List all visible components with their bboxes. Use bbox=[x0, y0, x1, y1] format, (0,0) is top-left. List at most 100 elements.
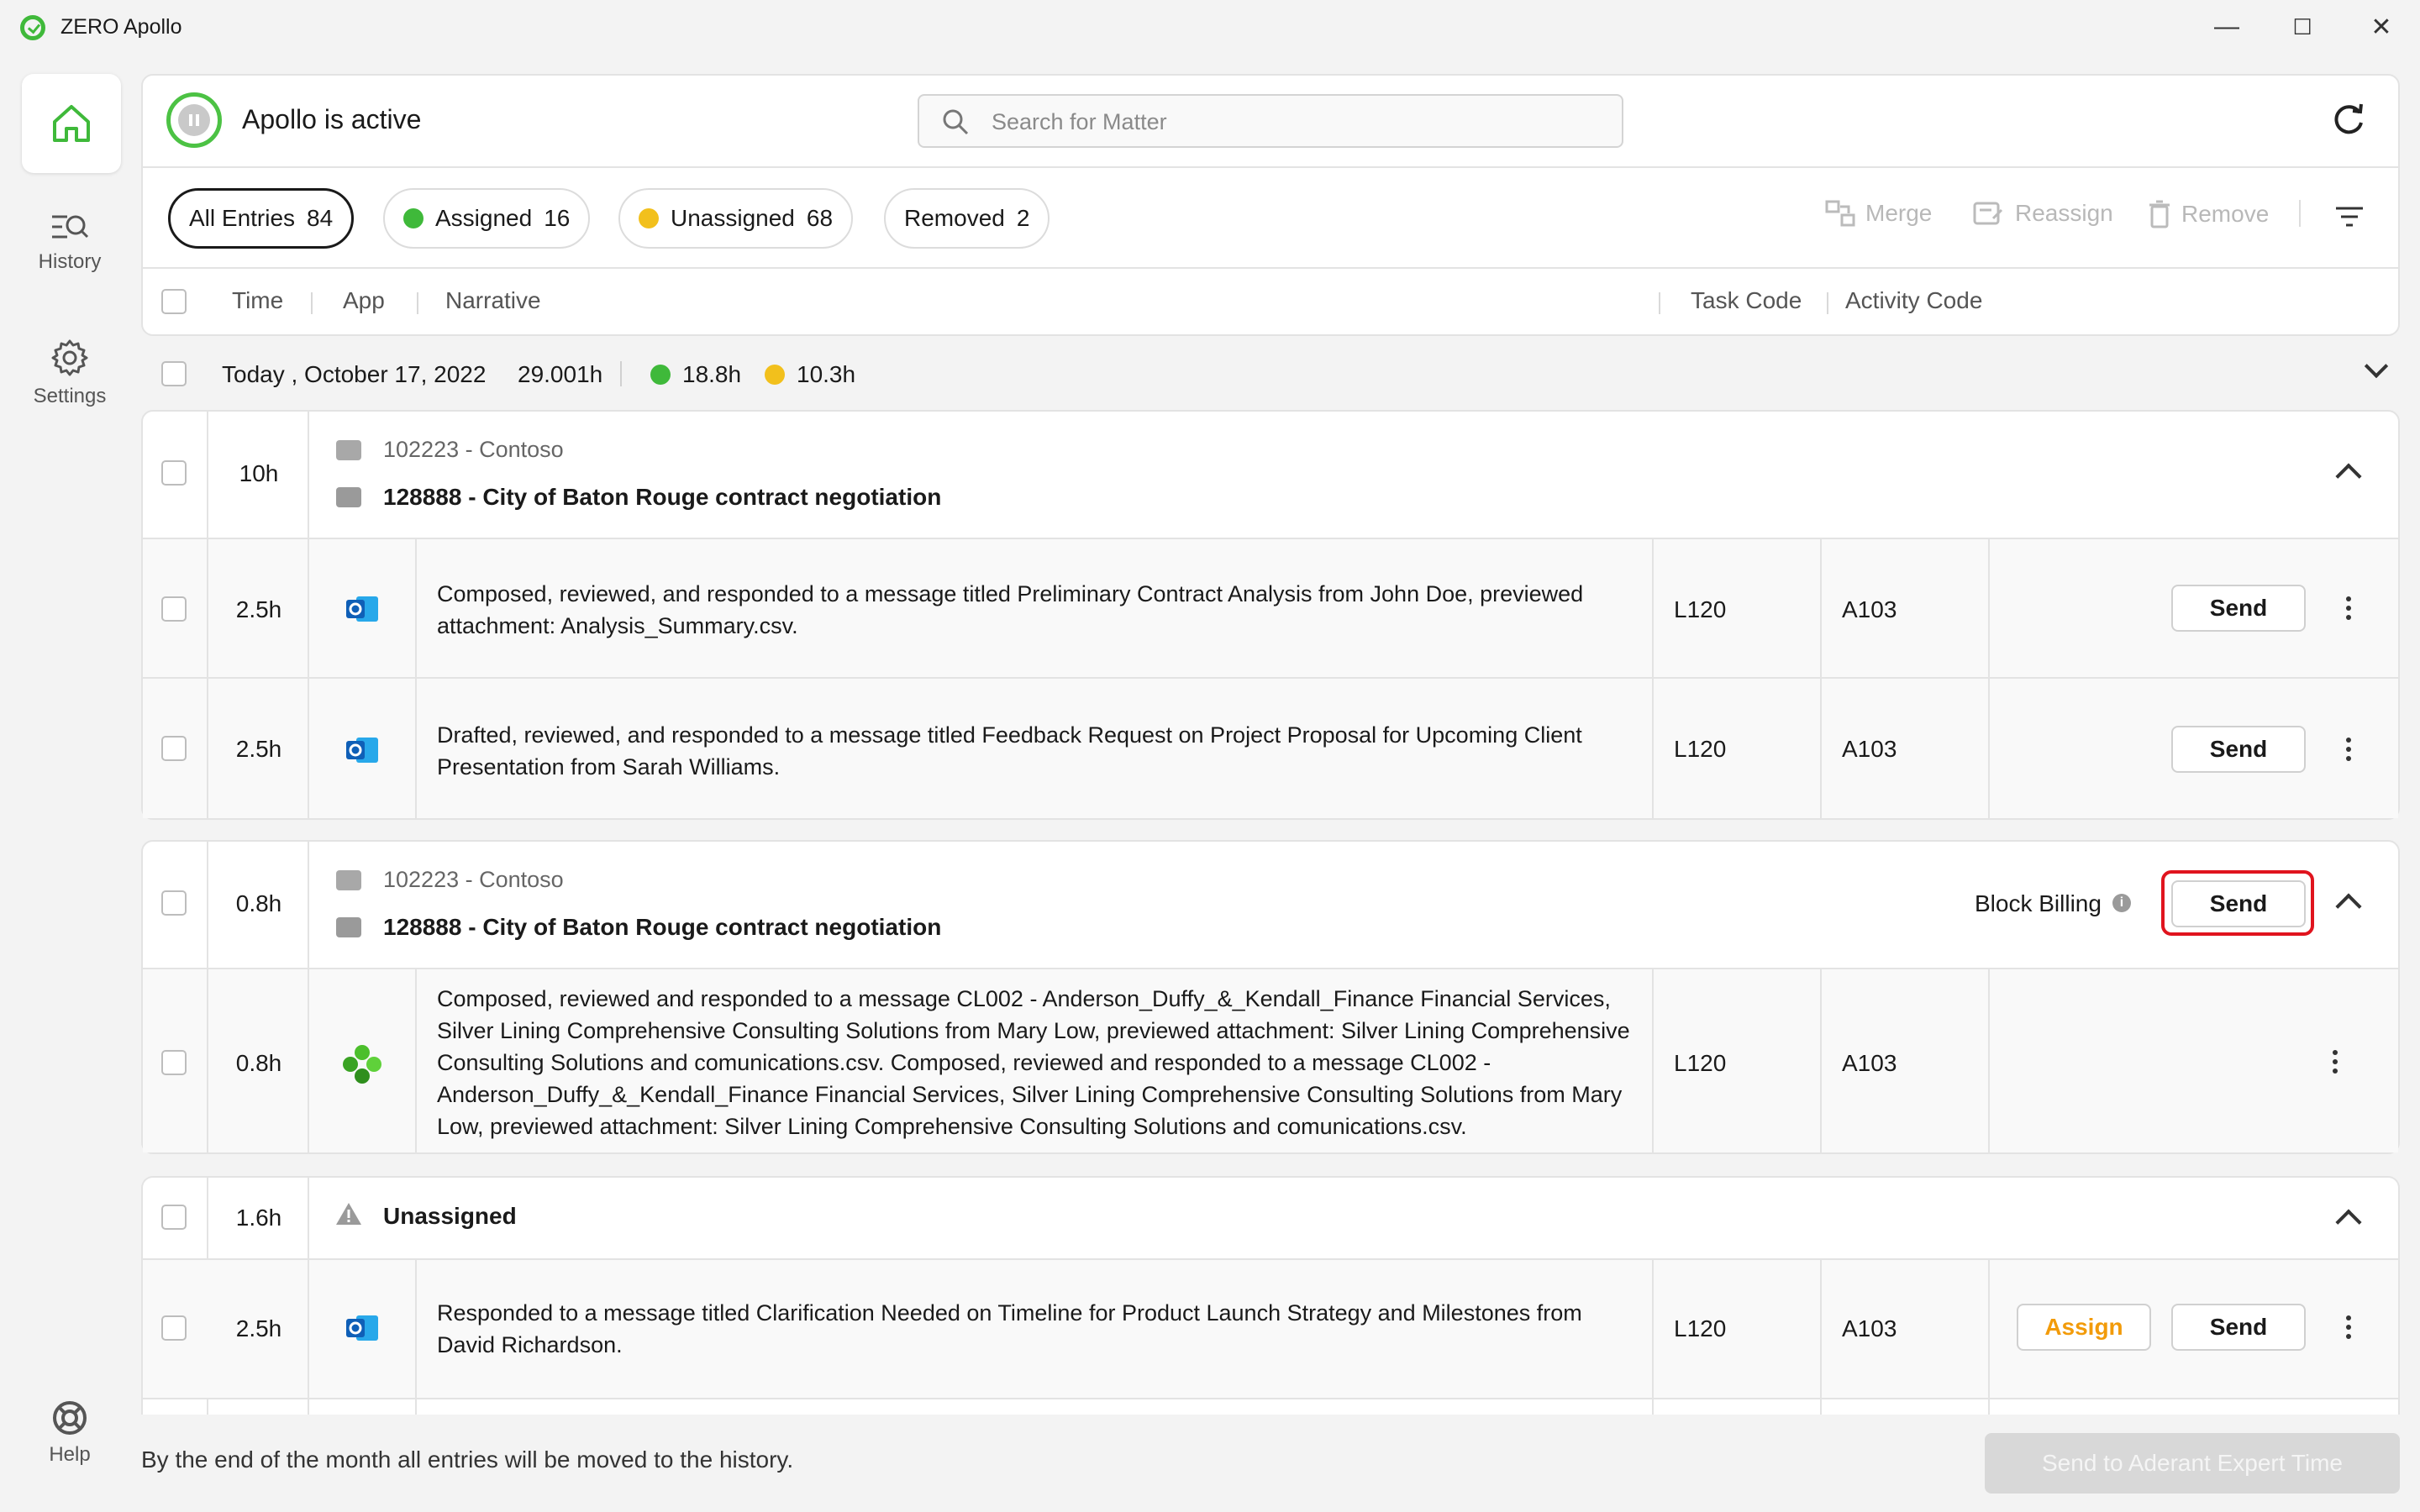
activity-code[interactable]: A103 bbox=[1842, 1050, 1897, 1077]
nav-history[interactable]: History bbox=[17, 210, 123, 302]
chevron-down-icon[interactable] bbox=[2364, 354, 2389, 379]
send-button[interactable]: Send bbox=[2171, 585, 2306, 632]
task-code[interactable]: L120 bbox=[1674, 1315, 1726, 1342]
filter-unassigned[interactable]: Unassigned 68 bbox=[618, 188, 854, 249]
task-code[interactable]: L120 bbox=[1674, 1050, 1726, 1077]
more-options-icon[interactable] bbox=[2336, 1310, 2361, 1344]
cell-divider bbox=[415, 679, 417, 818]
entry-narrative[interactable]: Composed, reviewed, and responded to a m… bbox=[437, 578, 1639, 642]
search-icon bbox=[943, 109, 969, 135]
remove-button[interactable]: Remove bbox=[2148, 200, 2269, 228]
activity-code[interactable]: A103 bbox=[1842, 1315, 1897, 1342]
divider bbox=[143, 1398, 2398, 1399]
cell-divider bbox=[1652, 969, 1654, 1152]
gear-icon bbox=[51, 339, 88, 376]
assign-button[interactable]: Assign bbox=[2017, 1304, 2151, 1351]
matter-name[interactable]: 128888 - City of Baton Rouge contract ne… bbox=[383, 484, 941, 511]
matter-icon bbox=[336, 487, 361, 507]
activity-code[interactable]: A103 bbox=[1842, 736, 1897, 763]
nav-settings[interactable]: Settings bbox=[17, 338, 123, 430]
day-total: 29.001h bbox=[518, 361, 603, 387]
filter-unassigned-label: Unassigned bbox=[671, 205, 795, 231]
send-to-aderant-button[interactable]: Send to Aderant Expert Time bbox=[1985, 1433, 2400, 1494]
entry-checkbox[interactable] bbox=[161, 1050, 187, 1075]
task-code[interactable]: L120 bbox=[1674, 736, 1726, 763]
merge-label: Merge bbox=[1865, 200, 1933, 226]
more-options-icon[interactable] bbox=[2336, 732, 2361, 766]
entry-time: 0.8h bbox=[235, 1050, 282, 1076]
pause-toggle-button[interactable] bbox=[166, 92, 222, 148]
day-checkbox[interactable] bbox=[161, 361, 187, 386]
reassign-icon bbox=[1973, 202, 2003, 225]
entry-checkbox[interactable] bbox=[161, 736, 187, 761]
more-options-icon[interactable] bbox=[2336, 591, 2361, 625]
cell-divider bbox=[308, 1260, 309, 1415]
entry-checkbox[interactable] bbox=[161, 596, 187, 622]
filter-removed[interactable]: Removed 2 bbox=[884, 188, 1050, 249]
entry-narrative[interactable]: Composed, reviewed and responded to a me… bbox=[437, 983, 1639, 1142]
entry-checkbox[interactable] bbox=[161, 1315, 187, 1341]
more-options-icon[interactable] bbox=[2323, 1045, 2348, 1079]
filter-assigned-label: Assigned bbox=[435, 205, 533, 231]
day-assigned-hours: 18.8h bbox=[682, 361, 742, 387]
app-logo-icon bbox=[20, 15, 45, 40]
cell-divider bbox=[1820, 969, 1822, 1152]
assigned-dot-icon bbox=[650, 365, 671, 385]
entry-narrative[interactable]: Responded to a message titled Clarificat… bbox=[437, 1297, 1639, 1361]
col-separator bbox=[417, 292, 418, 314]
minimize-button[interactable]: — bbox=[2203, 10, 2250, 44]
unassigned-dot-icon bbox=[765, 365, 785, 385]
reassign-label: Reassign bbox=[2015, 200, 2113, 226]
status-title: Apollo is active bbox=[242, 104, 422, 134]
group-checkbox[interactable] bbox=[161, 1205, 187, 1230]
block-send-button[interactable]: Send bbox=[2171, 880, 2306, 927]
send-button[interactable]: Send bbox=[2171, 726, 2306, 773]
cell-divider bbox=[1988, 679, 1990, 818]
home-icon bbox=[53, 105, 90, 142]
group-checkbox[interactable] bbox=[161, 890, 187, 916]
col-narrative[interactable]: Narrative bbox=[445, 287, 541, 314]
refresh-icon[interactable] bbox=[2328, 99, 2370, 141]
nav-history-label: History bbox=[38, 250, 102, 273]
col-separator bbox=[1659, 292, 1660, 314]
close-button[interactable]: ✕ bbox=[2358, 10, 2405, 44]
day-label: Today , October 17, 2022 bbox=[222, 361, 487, 387]
matter-name[interactable]: 128888 - City of Baton Rouge contract ne… bbox=[383, 914, 941, 941]
title-bar bbox=[0, 0, 2420, 54]
outlook-icon bbox=[346, 738, 378, 763]
cell-divider bbox=[1652, 1260, 1654, 1415]
nav-help[interactable]: Help bbox=[17, 1399, 123, 1492]
activity-code[interactable]: A103 bbox=[1842, 596, 1897, 623]
cell-divider bbox=[308, 969, 309, 1152]
merge-button[interactable]: Merge bbox=[1825, 200, 1932, 227]
cell-divider bbox=[1988, 1260, 1990, 1415]
col-activity-code[interactable]: Activity Code bbox=[1845, 287, 1982, 314]
cell-divider bbox=[308, 412, 309, 538]
divider bbox=[143, 166, 2398, 168]
group-checkbox[interactable] bbox=[161, 460, 187, 486]
select-all-checkbox[interactable] bbox=[161, 289, 187, 314]
filter-all-entries[interactable]: All Entries 84 bbox=[168, 188, 355, 249]
block-billing-label: Block Billing bbox=[1975, 890, 2102, 916]
group-time: 0.8h bbox=[235, 890, 282, 916]
col-time[interactable]: Time bbox=[232, 287, 283, 314]
task-code[interactable]: L120 bbox=[1674, 596, 1726, 623]
filter-assigned[interactable]: Assigned 16 bbox=[383, 188, 591, 249]
cell-divider bbox=[1820, 679, 1822, 818]
maximize-button[interactable]: ☐ bbox=[2279, 10, 2326, 44]
col-app[interactable]: App bbox=[343, 287, 385, 314]
client-name: 102223 - Contoso bbox=[383, 437, 564, 462]
cell-divider bbox=[415, 969, 417, 1152]
col-task-code[interactable]: Task Code bbox=[1691, 287, 1802, 314]
assigned-dot-icon bbox=[403, 208, 424, 228]
reassign-button[interactable]: Reassign bbox=[1973, 200, 2113, 227]
entry-narrative[interactable]: Drafted, reviewed, and responded to a me… bbox=[437, 719, 1639, 783]
search-input[interactable]: Search for Matter bbox=[918, 94, 1623, 148]
app-title: ZERO Apollo bbox=[60, 15, 182, 39]
info-icon[interactable]: i bbox=[2112, 894, 2131, 912]
filter-icon[interactable] bbox=[2334, 205, 2365, 228]
send-button[interactable]: Send bbox=[2171, 1304, 2306, 1351]
cell-divider bbox=[207, 679, 208, 818]
nav-home[interactable] bbox=[22, 74, 121, 173]
briefcase-icon bbox=[336, 870, 361, 890]
